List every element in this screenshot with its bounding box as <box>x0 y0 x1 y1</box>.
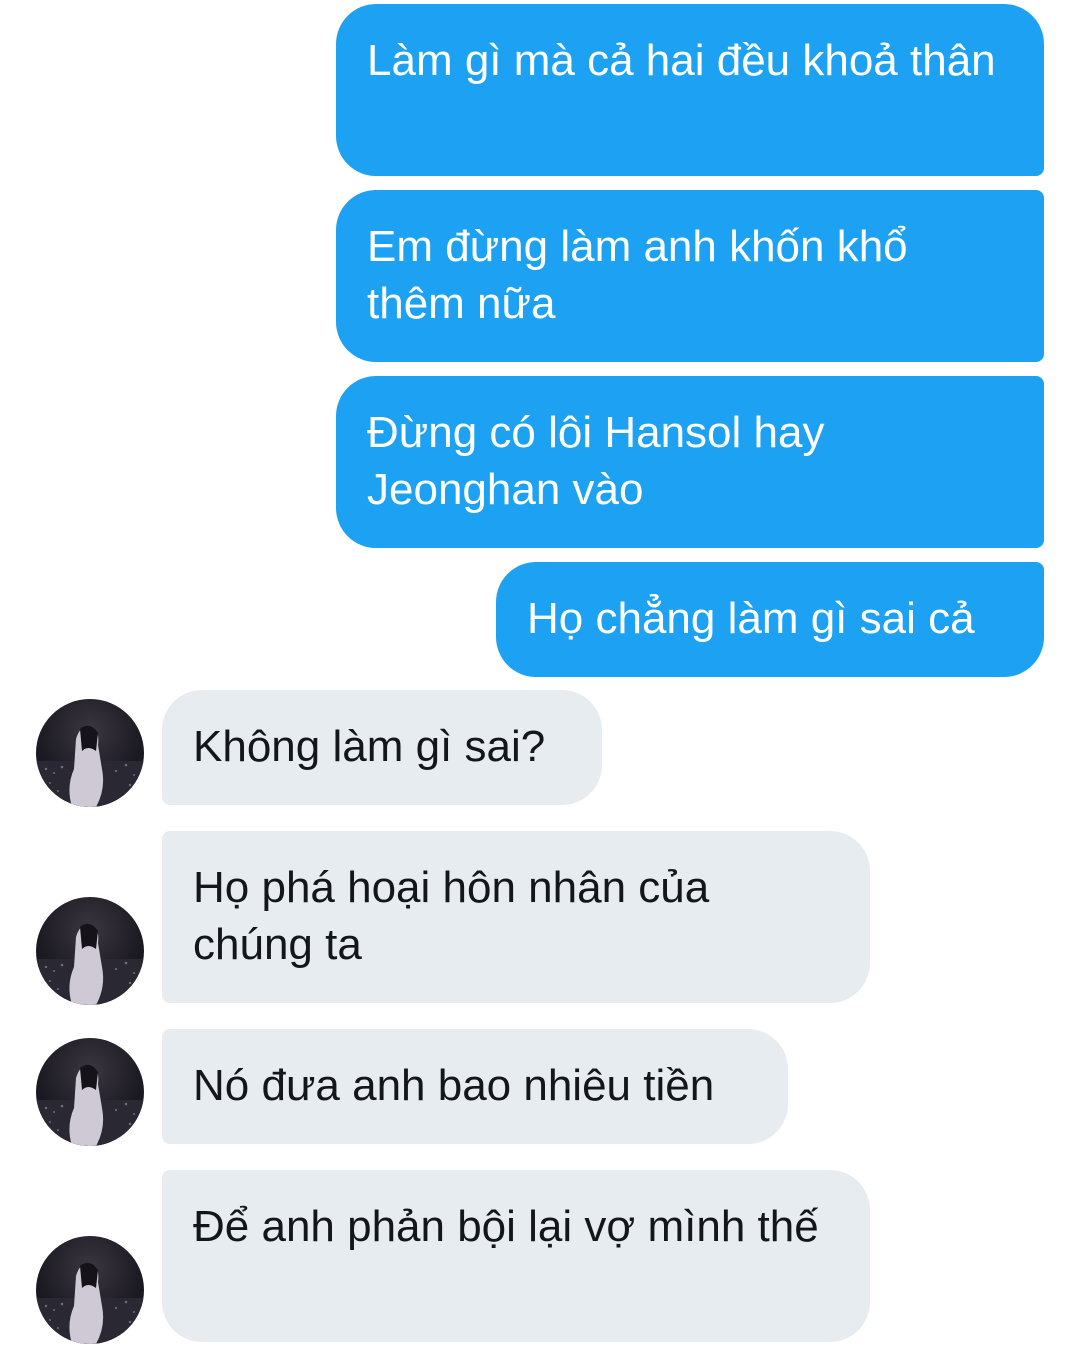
avatar[interactable] <box>36 897 144 1005</box>
avatar[interactable] <box>36 1236 144 1344</box>
outgoing-message[interactable]: Em đừng làm anh khốn khổ thêm nữa <box>336 190 1044 362</box>
profile-photo-icon <box>36 1064 144 1146</box>
incoming-message[interactable]: Nó đưa anh bao nhiêu tiền <box>162 1029 788 1144</box>
profile-photo-icon <box>36 1262 144 1344</box>
outgoing-message[interactable]: Làm gì mà cả hai đều khoả thân <box>336 4 1044 176</box>
incoming-message[interactable]: Không làm gì sai? <box>162 690 602 805</box>
outgoing-message[interactable]: Đừng có lôi Hansol hay Jeonghan vào <box>336 376 1044 548</box>
incoming-message[interactable]: Họ phá hoại hôn nhân của chúng ta <box>162 831 870 1003</box>
incoming-message[interactable]: Để anh phản bội lại vợ mình thế <box>162 1170 870 1342</box>
message-thread: Làm gì mà cả hai đều khoả thân Em đừng l… <box>0 0 1080 1348</box>
outgoing-message[interactable]: Họ chẳng làm gì sai cả <box>496 562 1044 677</box>
profile-photo-icon <box>36 725 144 807</box>
avatar[interactable] <box>36 1038 144 1146</box>
avatar[interactable] <box>36 699 144 807</box>
profile-photo-icon <box>36 923 144 1005</box>
